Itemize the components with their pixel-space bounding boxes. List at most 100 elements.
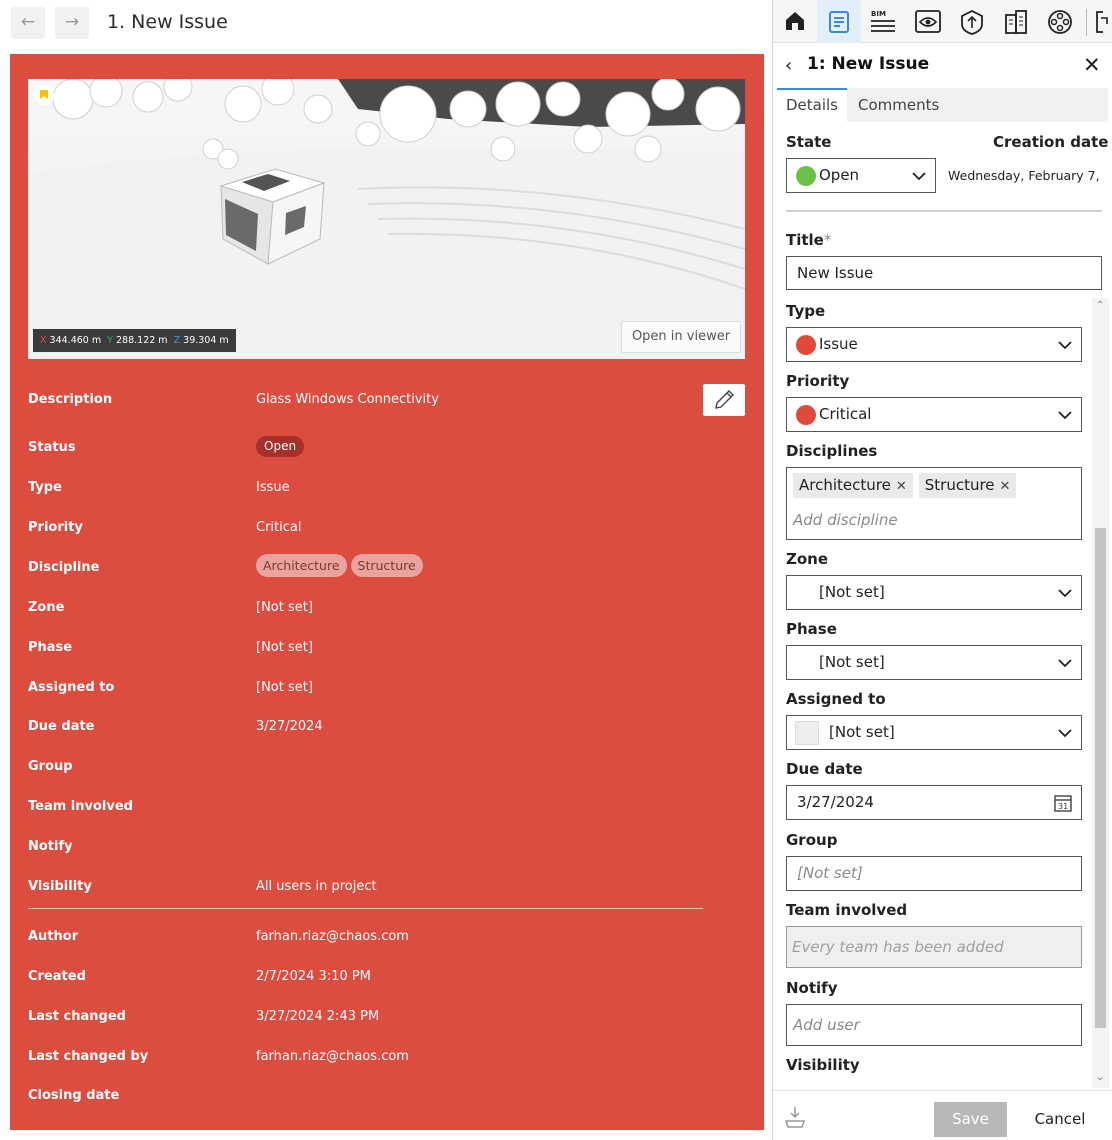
prop-label: Phase [28, 640, 73, 655]
open-in-viewer-button[interactable]: Open in viewer [621, 321, 741, 353]
calendar-icon[interactable]: 31 [1053, 793, 1073, 813]
tab-comments[interactable]: Comments [849, 88, 948, 122]
panel-title: 1: New Issue [807, 54, 930, 74]
back-button[interactable]: ← [11, 7, 45, 39]
group-input[interactable]: [Not set] [786, 856, 1082, 891]
group-placeholder: [Not set] [797, 864, 863, 882]
prop-label: Last changed [28, 1009, 126, 1024]
issues-button[interactable] [817, 0, 861, 43]
chevron-left-icon[interactable]: ‹ [785, 55, 792, 76]
toolbar-divider [1086, 9, 1087, 36]
due-date-value: 3/27/2024 [797, 793, 874, 811]
prop-team-involved: Team involved [28, 799, 708, 819]
type-select[interactable]: Issue [786, 327, 1082, 362]
svg-text:31: 31 [1058, 802, 1068, 811]
chevron-down-icon [1058, 411, 1072, 420]
tab-details[interactable]: Details [777, 88, 848, 122]
disciplines-label: Disciplines [786, 442, 878, 460]
prop-last-changed-by: Last changed by farhan.riaz@chaos.com [28, 1049, 708, 1069]
edit-button[interactable] [703, 384, 745, 416]
required-mark: * [823, 231, 832, 249]
priority-select[interactable]: Critical [786, 397, 1082, 432]
discipline-pill: Structure [350, 554, 423, 577]
chevron-down-icon [1058, 659, 1072, 668]
due-date-label: Due date [786, 760, 863, 778]
model-render [28, 79, 745, 359]
pencil-icon [715, 390, 734, 409]
prop-value: Critical [256, 520, 302, 535]
page-title: 1. New Issue [107, 11, 228, 33]
add-discipline-placeholder: Add discipline [793, 511, 898, 529]
home-button[interactable] [773, 0, 817, 43]
buildings-button[interactable] [993, 0, 1037, 43]
expand-button[interactable] [1091, 0, 1112, 43]
prop-value: farhan.riaz@chaos.com [256, 929, 409, 944]
bim-icon: BIM [871, 10, 895, 32]
model-thumbnail[interactable]: X 344.460 m Y 288.122 m Z 39.304 m Open … [28, 79, 745, 359]
zone-select[interactable]: [Not set] [786, 575, 1082, 610]
cancel-button[interactable]: Cancel [1023, 1102, 1097, 1137]
y-coordinate: 288.122 m [116, 335, 168, 346]
tag-label: Structure [924, 476, 995, 494]
disciplines-input[interactable]: Architecture ✕ Structure ✕ Add discipline [786, 467, 1082, 540]
export-icon[interactable] [783, 1105, 807, 1129]
assigned-to-select[interactable]: [Not set] [786, 715, 1082, 750]
prop-notify: Notify [28, 839, 708, 859]
state-select[interactable]: Open [786, 158, 936, 193]
bim-button[interactable]: BIM [861, 0, 905, 43]
scroll-up-icon[interactable]: ⌃ [1096, 300, 1104, 311]
bookmark-icon[interactable] [34, 85, 54, 105]
phase-label: Phase [786, 620, 837, 638]
building-icon [1005, 10, 1027, 34]
save-button[interactable]: Save [934, 1102, 1007, 1137]
phase-value: [Not set] [819, 653, 885, 671]
prop-value: All users in project [256, 879, 377, 894]
media-button[interactable] [1037, 0, 1081, 43]
assigned-to-value: [Not set] [829, 723, 895, 741]
arrow-left-icon: ← [20, 12, 36, 32]
team-involved-input: Every team has been added [786, 926, 1082, 968]
forward-button[interactable]: → [55, 7, 89, 39]
prop-phase: Phase [Not set] [28, 640, 708, 660]
discipline-pills: Architecture Structure [256, 554, 427, 577]
prop-value: [Not set] [256, 600, 313, 615]
due-date-input[interactable]: 3/27/2024 31 [786, 785, 1082, 820]
remove-tag-icon[interactable]: ✕ [1000, 479, 1011, 494]
prop-assigned-to: Assigned to [Not set] [28, 680, 708, 700]
film-reel-icon [1048, 10, 1072, 34]
prop-label: Priority [28, 520, 83, 535]
prop-label: Group [28, 759, 73, 774]
views-button[interactable] [905, 0, 949, 43]
scroll-thumb[interactable] [1095, 528, 1106, 1028]
arrow-right-icon: → [64, 12, 80, 32]
creation-date-label: Creation date [993, 133, 1109, 151]
prop-author: Author farhan.riaz@chaos.com [28, 929, 708, 949]
prop-value: Issue [256, 480, 290, 495]
scrollbar[interactable]: ⌃ ⌄ [1092, 298, 1109, 1088]
title-input[interactable]: New Issue [786, 256, 1102, 290]
notify-input[interactable]: Add user [786, 1004, 1082, 1046]
zone-label: Zone [786, 550, 829, 568]
phase-select[interactable]: [Not set] [786, 645, 1082, 680]
prop-label: Assigned to [28, 680, 115, 695]
group-label: Group [786, 831, 838, 849]
remove-tag-icon[interactable]: ✕ [896, 479, 907, 494]
issue-card: X 344.460 m Y 288.122 m Z 39.304 m Open … [10, 54, 764, 1130]
prop-value: 2/7/2024 3:10 PM [256, 969, 371, 984]
prop-label: Type [28, 480, 62, 495]
chevron-down-icon [1058, 729, 1072, 738]
y-prefix: Y [107, 335, 113, 346]
layers-button[interactable] [949, 0, 993, 43]
scroll-down-icon[interactable]: ⌄ [1096, 1072, 1104, 1083]
prop-value: [Not set] [256, 640, 313, 655]
prop-label: Zone [28, 600, 65, 615]
z-coordinate: 39.304 m [183, 335, 229, 346]
discipline-tag: Structure ✕ [918, 473, 1017, 498]
priority-color-dot [796, 405, 816, 425]
z-prefix: Z [173, 335, 181, 346]
close-icon[interactable]: ✕ [1083, 53, 1101, 77]
prop-type: Type Issue [28, 480, 708, 500]
team-involved-label: Team involved [786, 901, 908, 919]
title-label: Title* [786, 231, 831, 249]
creation-date-value: Wednesday, February 7, ... [948, 168, 1103, 183]
